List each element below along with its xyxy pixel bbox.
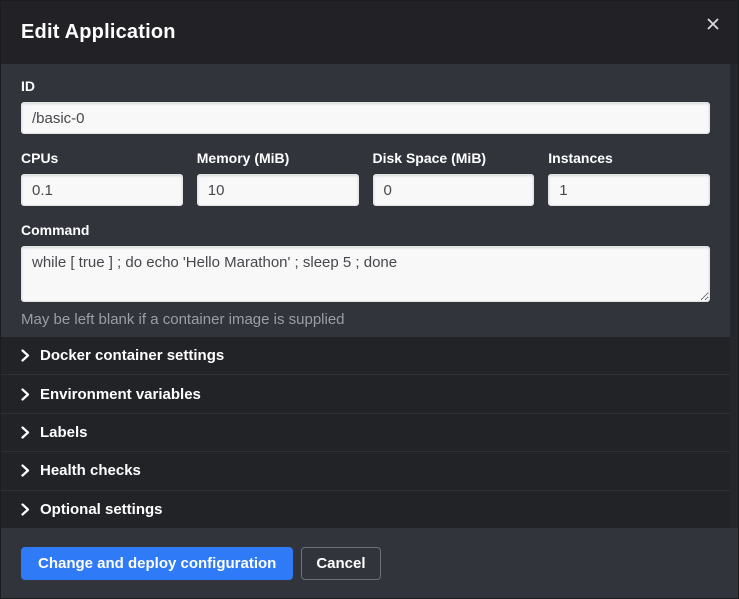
application-form: ID CPUs Memory (MiB) Disk Space (MiB) In bbox=[1, 64, 730, 337]
modal-body: ID CPUs Memory (MiB) Disk Space (MiB) In bbox=[1, 64, 738, 528]
section-label: Docker container settings bbox=[40, 347, 224, 364]
section-optional-settings[interactable]: Optional settings bbox=[1, 490, 730, 528]
close-icon[interactable] bbox=[703, 14, 723, 34]
cancel-button[interactable]: Cancel bbox=[301, 547, 380, 580]
memory-input[interactable] bbox=[197, 174, 359, 206]
section-label: Environment variables bbox=[40, 386, 201, 403]
cpus-input[interactable] bbox=[21, 174, 183, 206]
instances-field-group: Instances bbox=[548, 150, 710, 206]
chevron-right-icon bbox=[21, 464, 30, 477]
cpus-label: CPUs bbox=[21, 150, 183, 167]
section-labels[interactable]: Labels bbox=[1, 413, 730, 451]
resources-row: CPUs Memory (MiB) Disk Space (MiB) Insta… bbox=[21, 150, 710, 206]
section-environment-variables[interactable]: Environment variables bbox=[1, 374, 730, 412]
modal-header: Edit Application bbox=[1, 1, 738, 64]
chevron-right-icon bbox=[21, 349, 30, 362]
section-label: Health checks bbox=[40, 462, 141, 479]
section-label: Labels bbox=[40, 424, 88, 441]
instances-input[interactable] bbox=[548, 174, 710, 206]
cpus-field-group: CPUs bbox=[21, 150, 183, 206]
disk-input[interactable] bbox=[373, 174, 535, 206]
id-label: ID bbox=[21, 78, 710, 95]
memory-field-group: Memory (MiB) bbox=[197, 150, 359, 206]
command-field-group: Command while [ true ] ; do echo 'Hello … bbox=[21, 222, 710, 329]
modal-title: Edit Application bbox=[21, 21, 176, 44]
id-field-group: ID bbox=[21, 78, 710, 134]
memory-label: Memory (MiB) bbox=[197, 150, 359, 167]
chevron-right-icon bbox=[21, 426, 30, 439]
instances-label: Instances bbox=[548, 150, 710, 167]
change-and-deploy-button[interactable]: Change and deploy configuration bbox=[21, 547, 293, 580]
modal-footer: Change and deploy configuration Cancel bbox=[1, 528, 738, 598]
chevron-right-icon bbox=[21, 503, 30, 516]
command-help-text: May be left blank if a container image i… bbox=[21, 311, 710, 329]
disk-field-group: Disk Space (MiB) bbox=[373, 150, 535, 206]
edit-application-modal: Edit Application ID CPUs Memory (MiB) bbox=[0, 0, 739, 599]
collapsible-sections: Docker container settings Environment va… bbox=[1, 337, 730, 528]
chevron-right-icon bbox=[21, 388, 30, 401]
section-label: Optional settings bbox=[40, 501, 163, 518]
id-input[interactable] bbox=[21, 102, 710, 134]
disk-label: Disk Space (MiB) bbox=[373, 150, 535, 167]
section-health-checks[interactable]: Health checks bbox=[1, 451, 730, 489]
section-docker-container-settings[interactable]: Docker container settings bbox=[1, 337, 730, 374]
close-x-glyph bbox=[707, 18, 719, 30]
command-textarea[interactable]: while [ true ] ; do echo 'Hello Marathon… bbox=[21, 246, 710, 302]
command-label: Command bbox=[21, 222, 710, 239]
